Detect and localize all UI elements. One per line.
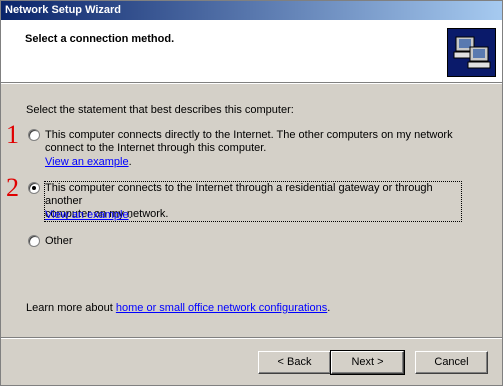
option-direct-line1: This computer connects directly to the I… (45, 129, 453, 141)
option-gateway-example: View an example. (45, 209, 132, 221)
next-button[interactable]: Next > (330, 350, 405, 375)
radio-selected-dot (32, 186, 36, 190)
learn-more-suffix: . (327, 302, 331, 314)
next-button-label: Next > (351, 356, 384, 368)
option-direct-text[interactable]: This computer connects directly to the I… (45, 129, 453, 155)
link-suffix: . (128, 209, 132, 221)
option-direct-line2: connect to the Internet through this com… (45, 142, 267, 154)
radio-other[interactable] (28, 235, 40, 247)
title-bar[interactable]: Network Setup Wizard (1, 1, 502, 20)
footer-separator (1, 337, 502, 339)
radio-direct-connection[interactable] (28, 129, 40, 141)
cancel-button-label: Cancel (434, 356, 469, 368)
page-heading: Select a connection method. (25, 33, 175, 45)
back-button-label: < Back (277, 356, 312, 368)
option-gateway-line1: This computer connects to the Internet t… (45, 182, 433, 207)
wizard-header: Select a connection method. (1, 20, 502, 83)
view-example-link-1[interactable]: View an example (45, 156, 129, 168)
step-marker-1: 1 (6, 120, 19, 149)
link-suffix: . (128, 156, 132, 168)
radio-gateway-connection[interactable] (28, 182, 40, 194)
learn-more-prefix: Learn more about (26, 302, 116, 314)
option-other-label[interactable]: Other (45, 235, 73, 248)
window-title: Network Setup Wizard (5, 4, 122, 16)
network-configurations-link[interactable]: home or small office network configurati… (116, 302, 327, 314)
back-button[interactable]: < Back (258, 351, 331, 374)
step-marker-2: 2 (6, 173, 19, 202)
wizard-window: Network Setup Wizard Select a connection… (0, 0, 503, 386)
view-example-link-2[interactable]: View an example (45, 209, 129, 221)
option-direct-example: View an example. (45, 156, 132, 168)
instruction-text: Select the statement that best describes… (26, 104, 294, 116)
cancel-button[interactable]: Cancel (415, 351, 488, 374)
learn-more-text: Learn more about home or small office ne… (26, 302, 330, 314)
network-computers-icon (447, 28, 496, 77)
